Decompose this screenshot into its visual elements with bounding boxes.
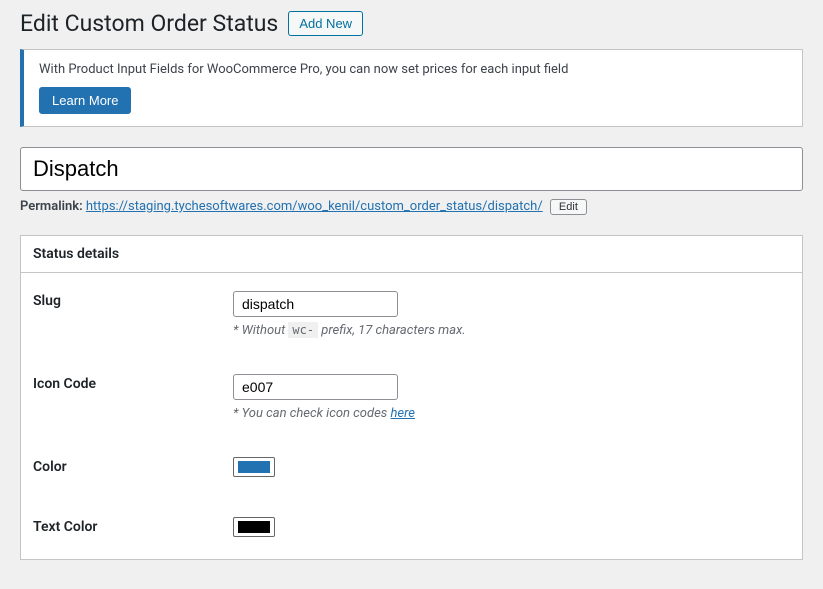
- color-picker[interactable]: [233, 457, 275, 477]
- edit-permalink-button[interactable]: Edit: [550, 199, 587, 215]
- page-title: Edit Custom Order Status: [20, 10, 278, 37]
- icon-code-input[interactable]: [233, 374, 398, 400]
- metabox-title: Status details: [33, 246, 790, 262]
- promo-text: With Product Input Fields for WooCommerc…: [39, 62, 787, 77]
- icon-code-hint: * You can check icon codes here: [233, 406, 790, 421]
- permalink-row: Permalink: https://staging.tychesoftware…: [20, 199, 803, 215]
- slug-hint: * Without wc- prefix, 17 characters max.: [233, 323, 790, 338]
- add-new-button[interactable]: Add New: [288, 11, 363, 36]
- slug-input[interactable]: [233, 291, 398, 317]
- status-details-metabox: Status details Slug * Without wc- prefix…: [20, 235, 803, 560]
- text-color-swatch: [238, 521, 270, 533]
- promo-notice: With Product Input Fields for WooCommerc…: [20, 49, 803, 127]
- text-color-picker[interactable]: [233, 517, 275, 537]
- learn-more-button[interactable]: Learn More: [39, 87, 131, 114]
- icon-code-label: Icon Code: [21, 356, 221, 439]
- post-title-input[interactable]: [20, 147, 803, 191]
- color-swatch: [238, 461, 270, 473]
- icon-codes-link[interactable]: here: [390, 406, 414, 421]
- text-color-label: Text Color: [21, 499, 221, 559]
- color-label: Color: [21, 439, 221, 499]
- slug-label: Slug: [21, 273, 221, 356]
- permalink-link[interactable]: https://staging.tychesoftwares.com/woo_k…: [86, 199, 543, 214]
- permalink-label: Permalink:: [20, 199, 83, 214]
